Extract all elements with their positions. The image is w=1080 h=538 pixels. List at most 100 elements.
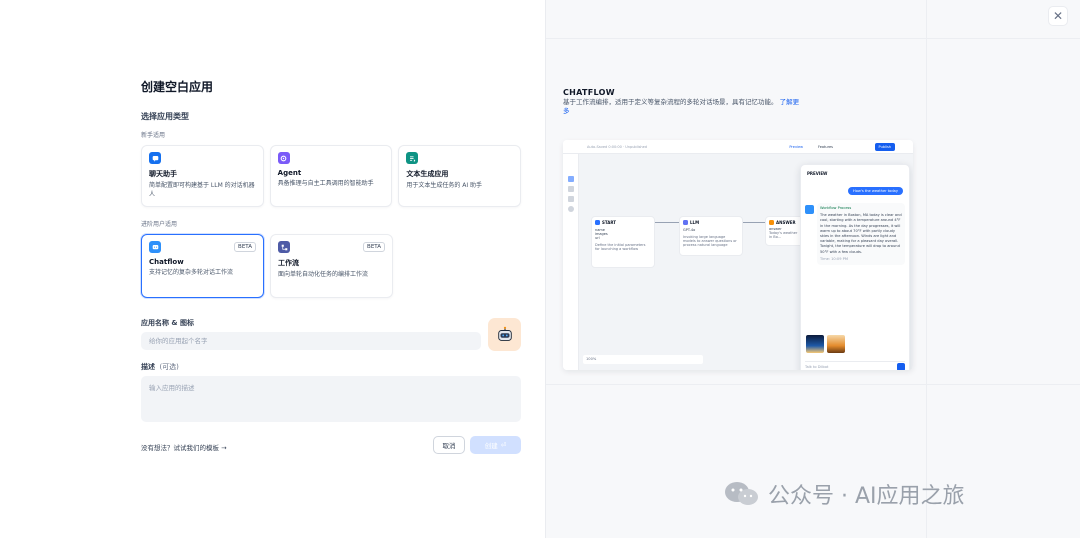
card-desc: 面向单轮自动化任务的编排工作流 — [278, 271, 369, 278]
llm-model: GPT-4o — [683, 228, 696, 232]
app-desc-input[interactable]: 输入应用的描述 — [141, 376, 521, 422]
user-message: How's the weather today — [848, 187, 903, 195]
workflow-icon — [278, 241, 290, 253]
card-desc: 简单配置即可构建基于 LLM 的对话机器人 — [149, 182, 255, 198]
llm-note: Invoking large language models to answer… — [683, 235, 737, 247]
advanced-cards: BETA Chatflow 支持记忆的复杂多轮对话工作流 BETA 工作流 面向… — [141, 234, 521, 298]
card-desc: 用于文本生成任务的 AI 助手 — [406, 182, 483, 189]
chatflow-preview-screenshot: Auto-Saved 0:00:00 · Unpublished Preview… — [563, 140, 913, 370]
beta-badge: BETA — [363, 242, 385, 252]
shot-panel-title: PREVIEW — [807, 171, 828, 176]
form-footer: 没有想法？试试我们的模板 → 取消 创建 ⏎ — [141, 436, 521, 456]
start-node-head: START — [595, 220, 651, 225]
desc-optional-text: (可选) — [159, 363, 179, 371]
enter-key-icon: ⏎ — [500, 441, 507, 449]
shot-sidebar — [563, 140, 579, 370]
shot-preview-button: Preview — [789, 145, 803, 149]
grid-line — [926, 0, 927, 538]
app-type-card-text-generator[interactable]: 文本生成应用 用于文本生成任务的 AI 助手 — [398, 145, 522, 207]
app-name-input[interactable]: 给你的应用起个名字 — [141, 332, 481, 350]
sidebar-icon — [568, 206, 574, 212]
app-name-row: 应用名称 & 图标 给你的应用起个名字 — [141, 318, 521, 351]
create-app-panel: 创建空白应用 选择应用类型 新手适用 聊天助手 简单配置即可构建基于 LLM 的… — [0, 0, 545, 538]
app-type-card-workflow[interactable]: BETA 工作流 面向单轮自动化任务的编排工作流 — [270, 234, 393, 298]
watermark: 公众号 · AI应用之旅 — [722, 478, 965, 510]
sidebar-icon — [568, 186, 574, 192]
shot-publish-button: Publish — [874, 143, 895, 151]
card-desc: 具备推理与自主工具调用的智能助手 — [277, 180, 374, 187]
cancel-button[interactable]: 取消 — [433, 436, 465, 454]
shot-chat-input: Talk to Dilbot — [805, 361, 905, 370]
start-note: Define the initial parameters for launch… — [595, 243, 646, 251]
app-type-card-chatbot[interactable]: 聊天助手 简单配置即可构建基于 LLM 的对话机器人 — [141, 145, 264, 207]
llm-node-title: LLM — [690, 220, 700, 225]
create-button-label: 创建 — [484, 442, 498, 450]
advanced-label: 进阶用户适用 — [141, 221, 178, 228]
app-desc-row: 描述 (可选) 输入应用的描述 — [141, 362, 521, 422]
image-thumbnail — [827, 335, 845, 353]
preview-title: CHATFLOW — [563, 88, 615, 97]
preview-desc-text: 基于工作流编排，适用于定义等复杂流程的多轮对话场景，具有记忆功能。 — [563, 98, 778, 106]
desc-label-text: 描述 — [141, 363, 155, 371]
answer-node-head: ANSWER — [769, 220, 801, 225]
card-title: 聊天助手 — [149, 170, 177, 178]
app-name-label: 应用名称 & 图标 — [141, 319, 194, 327]
template-link[interactable]: 没有想法？试试我们的模板 → — [141, 442, 227, 452]
answer-node-title: ANSWER — [776, 220, 796, 225]
agent-icon — [277, 152, 290, 164]
answer-text: Today's weather in Bo... — [769, 231, 798, 239]
create-app-form: 创建空白应用 选择应用类型 新手适用 聊天助手 简单配置即可构建基于 LLM 的… — [141, 78, 522, 454]
start-node-title: START — [602, 220, 617, 225]
preview-desc: 基于工作流编排，适用于定义等复杂流程的多轮对话场景，具有记忆功能。 了解更多 — [563, 98, 803, 116]
chat-bubble-icon — [149, 152, 161, 164]
bot-answer-time: Time: 10:09 PM — [820, 256, 848, 261]
sidebar-icon — [568, 196, 574, 202]
beginner-label: 新手适用 — [141, 132, 166, 139]
text-generator-icon — [406, 152, 419, 164]
llm-node-head: LLM — [683, 220, 739, 225]
app-icon-picker[interactable] — [488, 318, 521, 351]
app-type-card-chatflow[interactable]: BETA Chatflow 支持记忆的复杂多轮对话工作流 — [141, 234, 264, 298]
autosave-text: Auto-Saved 0:00:00 · Unpublished — [587, 145, 648, 149]
wechat-icon — [725, 482, 758, 505]
start-row: url — [595, 236, 600, 240]
start-icon — [595, 220, 600, 225]
chatflow-icon — [149, 241, 161, 253]
create-button[interactable]: 创建 ⏎ — [470, 436, 521, 454]
zoom-level: 100% — [586, 357, 597, 361]
sidebar-icon — [568, 176, 574, 182]
app-type-card-agent[interactable]: Agent 具备推理与自主工具调用的智能助手 — [269, 145, 393, 207]
workflow-process: Workflow Process — [820, 206, 852, 210]
bot-avatar-icon — [805, 205, 814, 214]
image-thumbnail — [806, 335, 824, 353]
shot-topbar: Auto-Saved 0:00:00 · Unpublished Preview… — [563, 140, 913, 154]
send-icon — [897, 363, 905, 370]
preview-panel: ✕ CHATFLOW 基于工作流编排，适用于定义等复杂流程的多轮对话场景，具有记… — [545, 0, 1080, 538]
arrow-right-icon: → — [221, 444, 227, 452]
zoom-toolbar: 100% — [583, 355, 703, 364]
edge-line — [743, 222, 765, 223]
card-title: Chatflow — [149, 258, 184, 266]
robot-icon — [497, 326, 512, 341]
start-node: START name images url Define the initial… — [591, 216, 655, 268]
card-title: 文本生成应用 — [406, 170, 449, 178]
grid-line — [546, 38, 1080, 39]
llm-icon — [683, 220, 688, 225]
llm-node: LLM GPT-4o Invoking large language model… — [679, 216, 743, 256]
app-desc-label: 描述 (可选) — [141, 362, 521, 372]
bot-answer-text: The weather in Boston, MA today is clear… — [820, 213, 902, 254]
card-title: Agent — [277, 169, 302, 177]
close-icon[interactable]: ✕ — [1048, 6, 1068, 26]
app-type-section-label: 选择应用类型 — [141, 112, 189, 121]
card-desc: 支持记忆的复杂多轮对话工作流 — [149, 269, 234, 276]
chat-input-placeholder: Talk to Dilbot — [805, 365, 829, 369]
bot-answer: Workflow Process The weather in Boston, … — [817, 203, 905, 266]
template-link-text: 没有想法？试试我们的模板 — [141, 444, 219, 452]
beginner-cards: 聊天助手 简单配置即可构建基于 LLM 的对话机器人 Agent 具备推理与自主… — [141, 145, 522, 207]
shot-features-button: Features — [817, 145, 833, 149]
grid-line — [546, 384, 1080, 385]
card-title: 工作流 — [278, 259, 299, 267]
beta-badge: BETA — [234, 242, 256, 252]
answer-icon — [769, 220, 774, 225]
watermark-text: 公众号 · AI应用之旅 — [768, 484, 965, 509]
